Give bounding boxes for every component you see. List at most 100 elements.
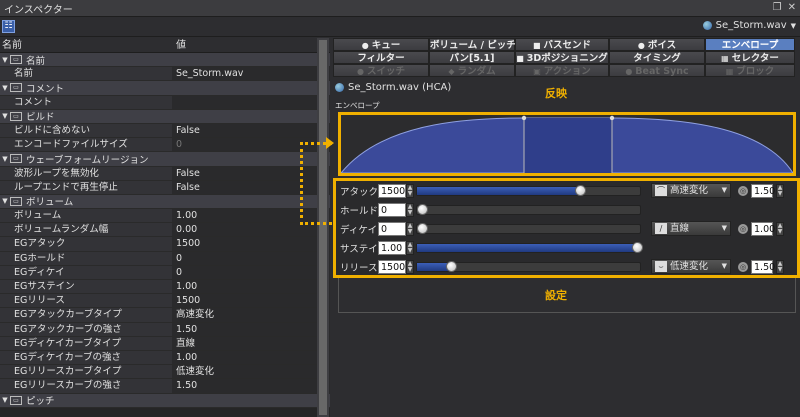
cue-selector[interactable]: Se_Storm.wav ▼: [702, 20, 796, 31]
decay-spinner[interactable]: ▲ ▼: [406, 222, 414, 236]
attack-handle[interactable]: [521, 115, 527, 121]
property-row[interactable]: EGリリース 1500: [0, 294, 330, 309]
release-strength-spinner[interactable]: ▲ ▼: [776, 260, 784, 274]
tab-timing[interactable]: タイミング: [609, 51, 705, 64]
property-row[interactable]: EGリリースカーブの強さ 1.50: [0, 379, 330, 394]
attack-input[interactable]: 1500: [378, 184, 406, 198]
tab-volume-pitch[interactable]: ボリューム / ピッチ: [429, 38, 516, 51]
property-row[interactable]: ボリュームランダム幅 0.00: [0, 223, 330, 238]
expand-triangle-icon[interactable]: ▼: [0, 56, 10, 64]
restore-icon[interactable]: ❐: [773, 2, 782, 13]
release-spinner[interactable]: ▲ ▼: [406, 260, 414, 274]
release-input[interactable]: 1500: [378, 260, 406, 274]
property-row[interactable]: ボリューム 1.00: [0, 209, 330, 224]
tab-cue[interactable]: ● キュー: [333, 38, 429, 51]
release-strength-input[interactable]: 1.50: [751, 260, 775, 274]
list-view-icon[interactable]: ☷: [2, 20, 15, 33]
release-slider[interactable]: [416, 261, 641, 272]
property-row[interactable]: コメント: [0, 95, 330, 110]
property-value[interactable]: 1500: [172, 294, 330, 308]
hold-spinner[interactable]: ▲ ▼: [406, 203, 414, 217]
decay-strength-input[interactable]: 1.00: [751, 222, 775, 236]
property-value[interactable]: 0.00: [172, 223, 330, 237]
property-value[interactable]: 低速変化: [172, 365, 330, 379]
group-header[interactable]: ▼ ▭ ウェーブフォームリージョン: [0, 152, 330, 167]
property-row[interactable]: EGホールド 0: [0, 251, 330, 266]
property-row[interactable]: エンコードファイルサイズ 0: [0, 138, 330, 153]
decay-input[interactable]: 0: [378, 222, 406, 236]
slider-knob[interactable]: [632, 242, 643, 253]
property-value[interactable]: 1.00: [172, 280, 330, 294]
attack-slider[interactable]: [416, 185, 641, 196]
tab-filter[interactable]: フィルター: [333, 51, 429, 64]
release-curve-select[interactable]: ⌣ 低速変化 ▼: [651, 259, 731, 274]
property-row[interactable]: EGリリースカーブタイプ 低速変化: [0, 365, 330, 380]
sustain-slider[interactable]: [416, 242, 643, 253]
decay-strength[interactable]: ◎ 1.00 ▲ ▼: [738, 222, 786, 236]
property-value[interactable]: 1.50: [172, 322, 330, 336]
property-row[interactable]: EGディケイ 0: [0, 265, 330, 280]
property-value[interactable]: False: [172, 123, 330, 138]
property-row[interactable]: 名前 Se_Storm.wav: [0, 67, 330, 82]
attack-strength[interactable]: ◎ 1.50 ▲ ▼: [738, 184, 786, 198]
attack-spinner[interactable]: ▲ ▼: [406, 184, 414, 198]
slider-knob[interactable]: [417, 223, 428, 234]
sustain-input[interactable]: 1.00: [378, 241, 406, 255]
decay-slider[interactable]: [416, 223, 641, 234]
property-row[interactable]: EGサステイン 1.00: [0, 280, 330, 295]
property-value[interactable]: 直線: [172, 336, 330, 350]
sustain-handle[interactable]: [609, 115, 615, 121]
envelope-curve[interactable]: [341, 115, 793, 173]
hold-input[interactable]: 0: [378, 203, 406, 217]
property-value[interactable]: [172, 95, 330, 109]
close-icon[interactable]: ✕: [788, 2, 796, 13]
property-row[interactable]: ループエンドで再生停止 False: [0, 180, 330, 195]
slider-knob[interactable]: [417, 204, 428, 215]
expand-triangle-icon[interactable]: ▼: [0, 84, 10, 92]
property-row[interactable]: EGアタック 1500: [0, 237, 330, 252]
property-value[interactable]: 0: [172, 265, 330, 279]
scrollbar-thumb[interactable]: [319, 40, 327, 415]
column-name[interactable]: 名前: [0, 38, 172, 52]
group-header[interactable]: ▼ ▭ 名前: [0, 53, 330, 68]
sustain-spinner[interactable]: ▲ ▼: [406, 241, 414, 255]
tab-bus-send[interactable]: ■ バスセンド: [515, 38, 609, 51]
property-value[interactable]: 1500: [172, 237, 330, 251]
decay-curve-select[interactable]: ∕ 直線 ▼: [651, 221, 731, 236]
column-value[interactable]: 値: [172, 38, 186, 52]
property-value[interactable]: 1.00: [172, 350, 330, 365]
expand-triangle-icon[interactable]: ▼: [0, 112, 10, 120]
expand-triangle-icon[interactable]: ▼: [0, 396, 10, 404]
tab-envelope[interactable]: エンベロープ: [705, 38, 795, 51]
tab-3d-positioning[interactable]: ■ 3Dポジショニング: [515, 51, 609, 64]
property-row[interactable]: EGアタックカーブタイプ 高速変化: [0, 308, 330, 323]
tab-selector[interactable]: ▦ セレクター: [705, 51, 795, 64]
tab-pan[interactable]: パン[5.1]: [429, 51, 515, 64]
slider-knob[interactable]: [446, 261, 458, 272]
property-row[interactable]: EGディケイカーブタイプ 直線: [0, 336, 330, 351]
attack-strength-input[interactable]: 1.50: [751, 184, 775, 198]
group-header[interactable]: ▼ ▭ ボリューム: [0, 194, 330, 210]
hold-slider[interactable]: [416, 204, 641, 215]
property-row[interactable]: EGディケイカーブの強さ 1.00: [0, 350, 330, 366]
group-header[interactable]: ▼ ▭ ピッチ: [0, 393, 330, 408]
attack-curve-select[interactable]: ⌒ 高速変化 ▼: [651, 183, 731, 198]
property-value[interactable]: 0: [172, 251, 330, 265]
property-value[interactable]: 高速変化: [172, 308, 330, 322]
expand-triangle-icon[interactable]: ▼: [0, 155, 10, 163]
release-strength[interactable]: ◎ 1.50 ▲ ▼: [738, 260, 786, 274]
envelope-graph[interactable]: [338, 112, 796, 176]
attack-strength-spinner[interactable]: ▲ ▼: [776, 184, 784, 198]
expand-triangle-icon[interactable]: ▼: [0, 197, 10, 205]
group-header[interactable]: ▼ ▭ コメント: [0, 81, 330, 96]
property-value[interactable]: 1.50: [172, 379, 330, 393]
group-header[interactable]: ▼ ▭ ビルド: [0, 109, 330, 124]
property-row[interactable]: EGアタックカーブの強さ 1.50: [0, 322, 330, 337]
property-row[interactable]: ビルドに含めない False: [0, 123, 330, 139]
slider-knob[interactable]: [574, 185, 586, 196]
property-row[interactable]: 波形ループを無効化 False: [0, 166, 330, 181]
tab-voice[interactable]: ● ボイス: [609, 38, 705, 51]
property-value[interactable]: Se_Storm.wav: [172, 67, 330, 81]
decay-strength-spinner[interactable]: ▲ ▼: [776, 222, 784, 236]
scrollbar[interactable]: [317, 38, 329, 417]
